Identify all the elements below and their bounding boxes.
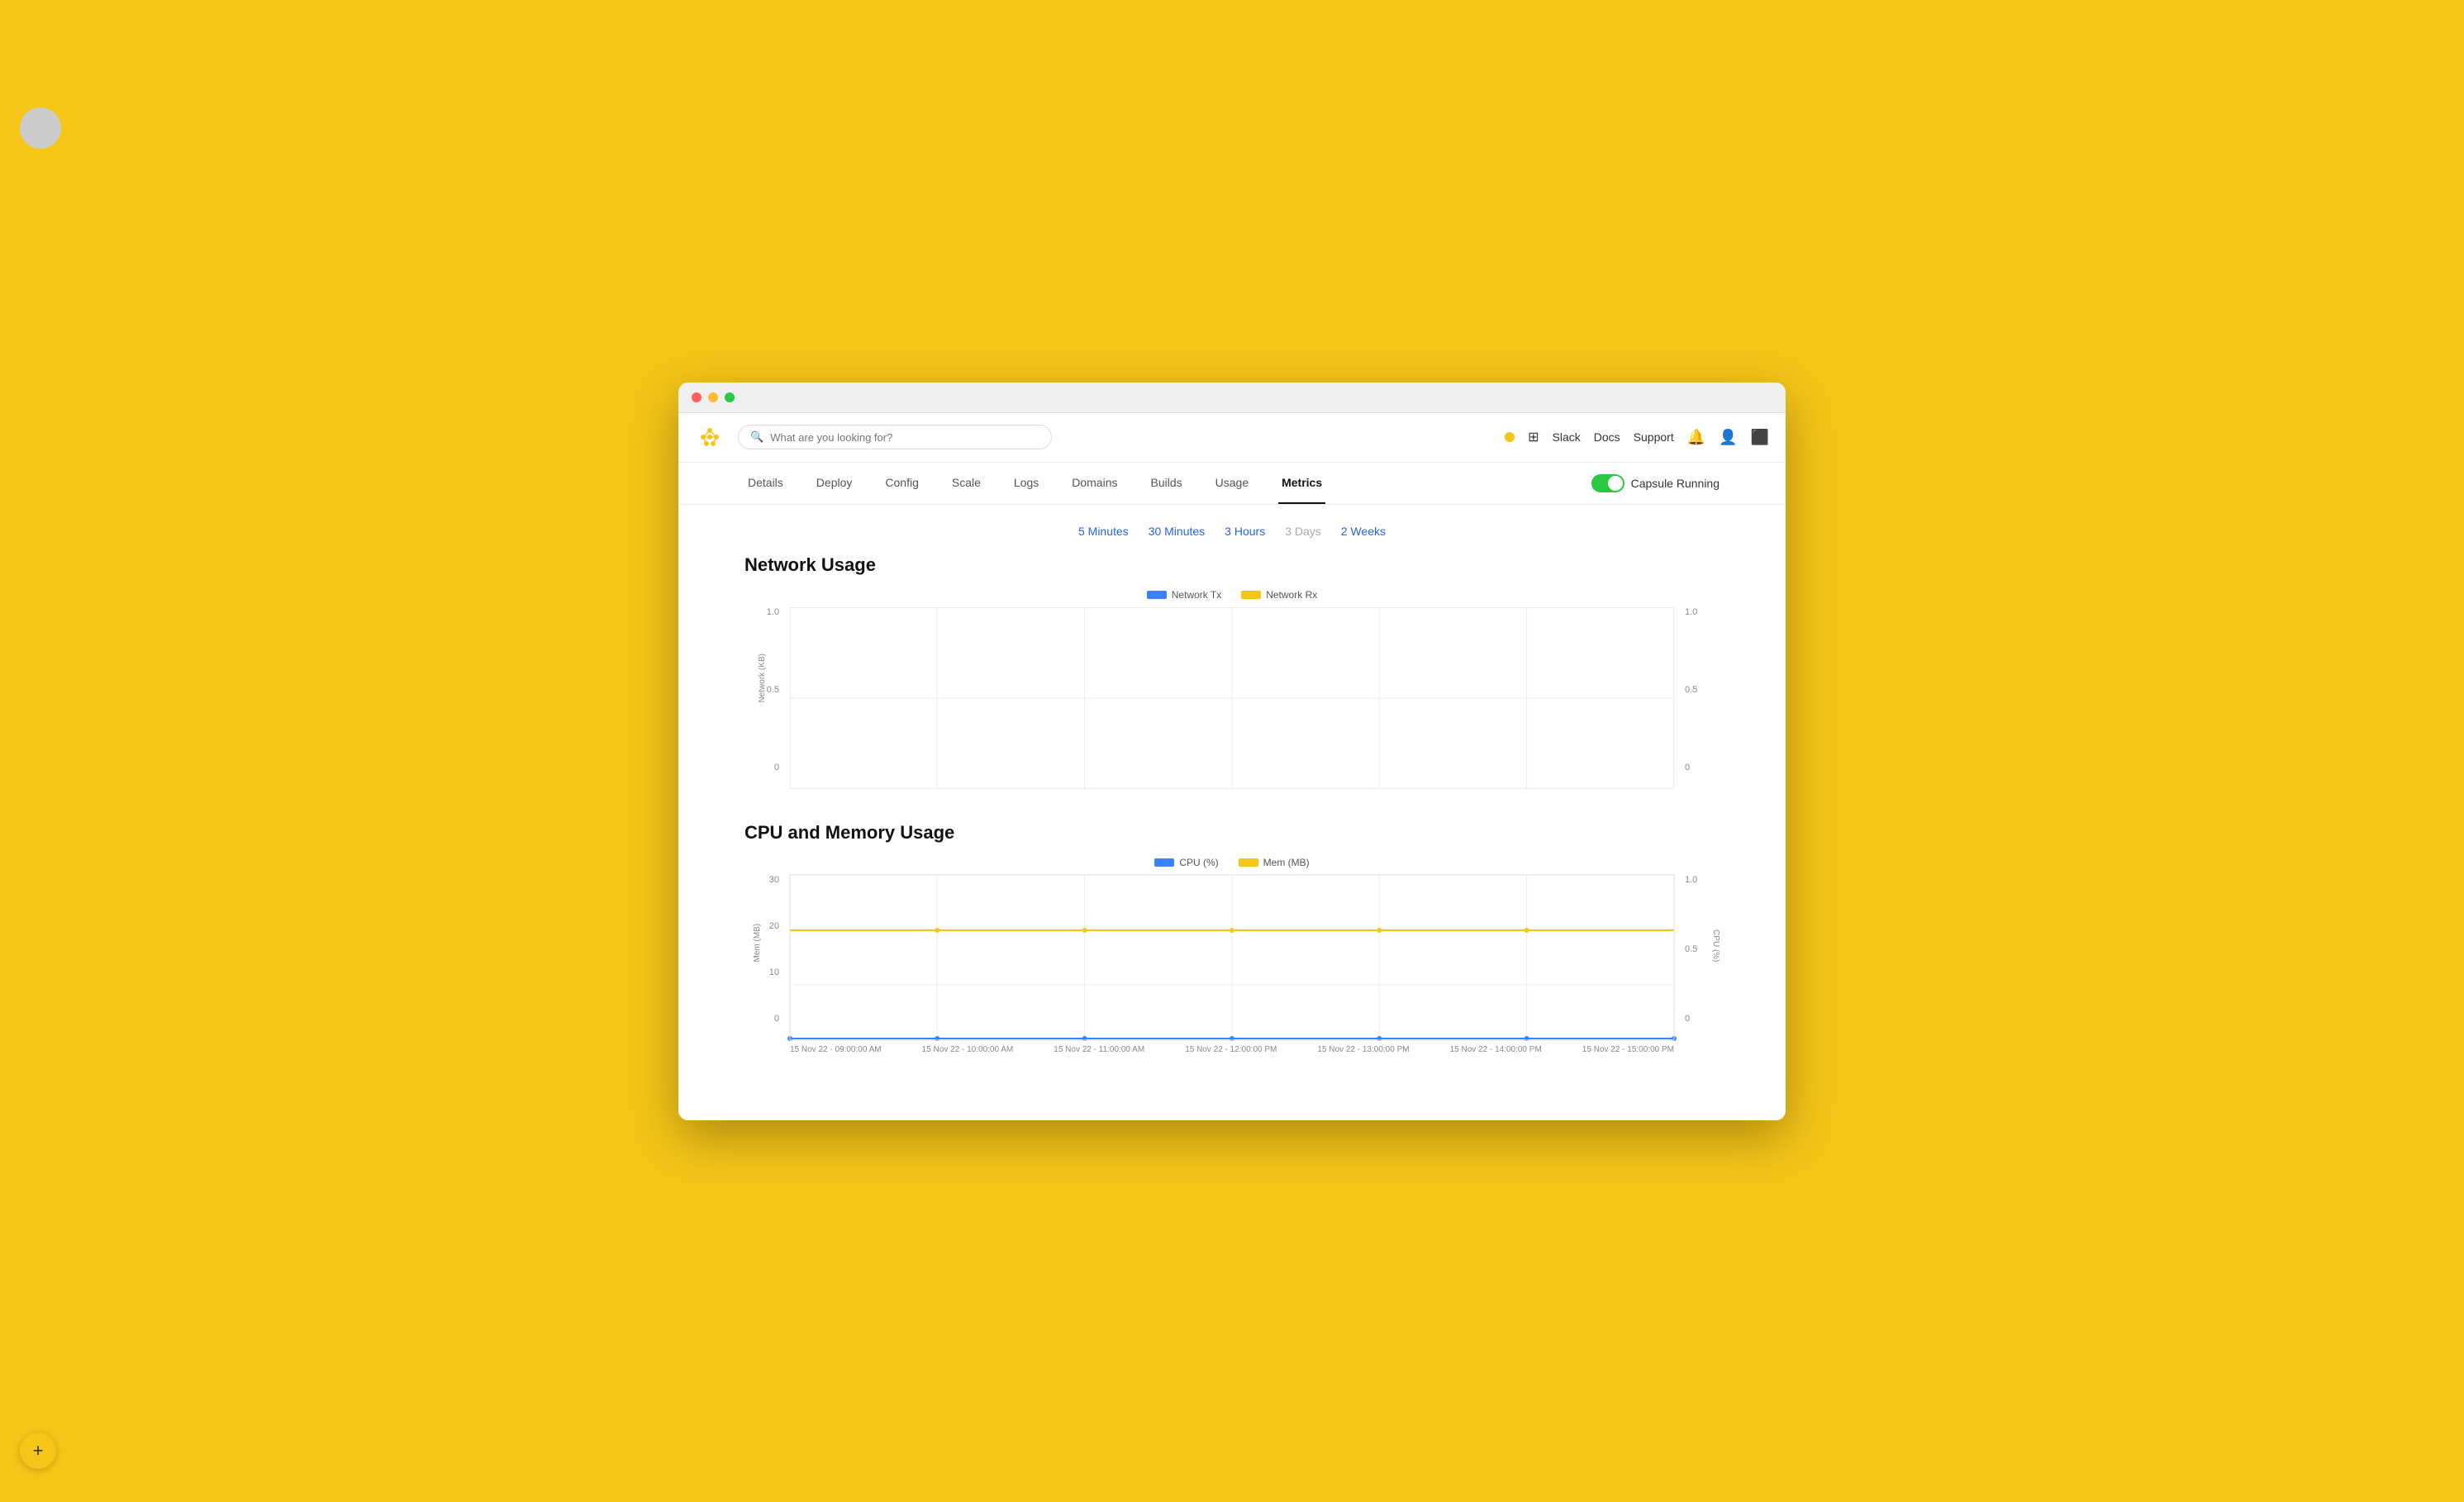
filter-3days[interactable]: 3 Days (1285, 525, 1321, 538)
docs-label[interactable]: Docs (1594, 430, 1620, 444)
main-window: 🔍 ⊞ Slack Docs Support 🔔 👤 ⬛ Details Dep… (678, 383, 1786, 1120)
tab-deploy[interactable]: Deploy (813, 463, 856, 504)
notification-icon[interactable]: 🔔 (1687, 429, 1705, 446)
support-label[interactable]: Support (1634, 430, 1674, 444)
time-filters: 5 Minutes 30 Minutes 3 Hours 3 Days 2 We… (744, 525, 1720, 538)
capsule-running: Capsule Running (1591, 474, 1720, 492)
slack-label[interactable]: Slack (1553, 430, 1581, 444)
logout-icon[interactable]: ⬛ (1751, 429, 1769, 446)
x-label-5: 15 Nov 22 - 14:00:00 PM (1450, 1045, 1542, 1054)
title-bar (678, 383, 1786, 413)
capsule-running-label: Capsule Running (1631, 477, 1720, 490)
content-area: 5 Minutes 30 Minutes 3 Hours 3 Days 2 We… (678, 505, 1786, 1120)
user-icon[interactable]: 👤 (1719, 429, 1737, 446)
x-label-4: 15 Nov 22 - 13:00:00 PM (1317, 1045, 1409, 1054)
tab-usage[interactable]: Usage (1212, 463, 1252, 504)
header: 🔍 ⊞ Slack Docs Support 🔔 👤 ⬛ (678, 413, 1786, 463)
cpu-memory-section: CPU and Memory Usage CPU (%) Mem (MB) Me… (744, 822, 1720, 1054)
network-usage-section: Network Usage Network Tx Network Rx 1.0 … (744, 554, 1720, 789)
network-legend: Network Tx Network Rx (744, 589, 1720, 601)
legend-tx-label: Network Tx (1172, 589, 1221, 601)
filter-3hours[interactable]: 3 Hours (1225, 525, 1265, 538)
y-axis-left-cpu: 30 20 10 0 (753, 875, 786, 1024)
legend-tx-swatch (1147, 591, 1167, 599)
x-label-3: 15 Nov 22 - 12:00:00 PM (1185, 1045, 1277, 1054)
capsule-toggle[interactable] (1591, 474, 1624, 492)
x-label-0: 15 Nov 22 - 09:00:00 AM (790, 1045, 882, 1054)
search-icon: 🔍 (750, 430, 763, 444)
legend-mem-swatch (1239, 858, 1258, 867)
tab-config[interactable]: Config (882, 463, 921, 504)
y-axis-label-cpu-right: CPU (%) (1711, 929, 1720, 962)
tab-domains[interactable]: Domains (1068, 463, 1120, 504)
legend-rx-label: Network Rx (1266, 589, 1317, 601)
tab-logs[interactable]: Logs (1011, 463, 1042, 504)
network-title: Network Usage (744, 554, 1720, 576)
filter-30min[interactable]: 30 Minutes (1149, 525, 1205, 538)
logo[interactable] (695, 422, 725, 452)
legend-cpu: CPU (%) (1154, 857, 1218, 868)
x-axis-labels: 15 Nov 22 - 09:00:00 AM 15 Nov 22 - 10:0… (790, 1045, 1674, 1054)
slack-icon: ⊞ (1528, 429, 1539, 445)
legend-network-tx: Network Tx (1147, 589, 1221, 601)
x-label-6: 15 Nov 22 - 15:00:00 PM (1582, 1045, 1674, 1054)
filter-5min[interactable]: 5 Minutes (1078, 525, 1129, 538)
cpu-title: CPU and Memory Usage (744, 822, 1720, 844)
legend-cpu-swatch (1154, 858, 1174, 867)
x-label-1: 15 Nov 22 - 10:00:00 AM (922, 1045, 1014, 1054)
y-axis-label-network: Network (KB) (758, 654, 767, 702)
status-dot (1505, 432, 1515, 442)
filter-2weeks[interactable]: 2 Weeks (1341, 525, 1386, 538)
y-axis-right-network: 1.0 0.5 0 (1678, 607, 1711, 772)
search-input[interactable] (770, 431, 1039, 444)
network-chart-svg (790, 607, 1674, 789)
nav-tabs: Details Deploy Config Scale Logs Domains… (678, 463, 1786, 505)
search-bar[interactable]: 🔍 (738, 425, 1052, 449)
legend-mem-label: Mem (MB) (1263, 857, 1310, 868)
tab-details[interactable]: Details (744, 463, 787, 504)
legend-network-rx: Network Rx (1241, 589, 1317, 601)
minimize-button[interactable] (708, 392, 718, 402)
legend-mem: Mem (MB) (1239, 857, 1310, 868)
cpu-legend: CPU (%) Mem (MB) (744, 857, 1720, 868)
cpu-chart-svg (790, 875, 1674, 1040)
close-button[interactable] (692, 392, 702, 402)
legend-cpu-label: CPU (%) (1179, 857, 1218, 868)
tab-scale[interactable]: Scale (949, 463, 984, 504)
tab-metrics[interactable]: Metrics (1278, 463, 1325, 504)
legend-rx-swatch (1241, 591, 1261, 599)
maximize-button[interactable] (725, 392, 735, 402)
tab-builds[interactable]: Builds (1148, 463, 1186, 504)
y-axis-right-cpu: 1.0 0.5 0 (1678, 875, 1711, 1024)
x-label-2: 15 Nov 22 - 11:00:00 AM (1054, 1045, 1144, 1054)
header-right: ⊞ Slack Docs Support 🔔 👤 ⬛ (1505, 429, 1769, 446)
